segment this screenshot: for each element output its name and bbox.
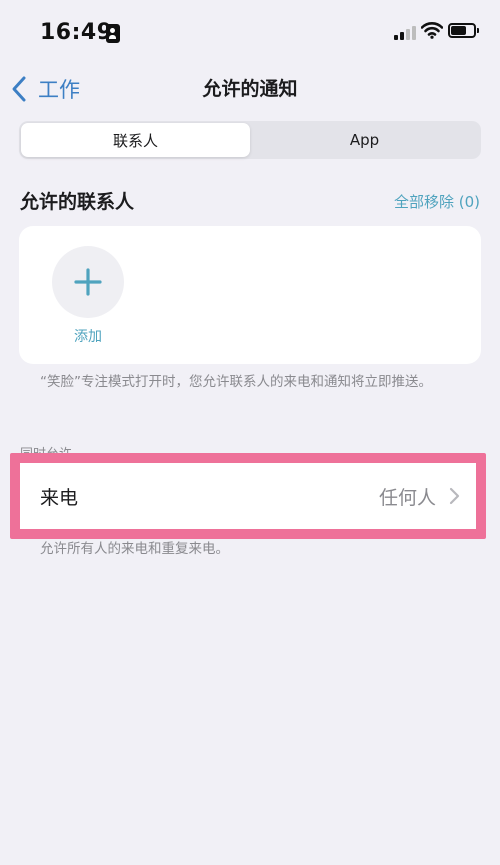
- segment-contacts[interactable]: 联系人: [21, 123, 250, 157]
- calls-footnote: 允许所有人的来电和重复来电。: [40, 541, 229, 557]
- highlight-annotation-box: [10, 453, 486, 539]
- segment-app[interactable]: App: [250, 123, 479, 157]
- contact-card-icon: [106, 24, 120, 43]
- section-title-allowed-contacts: 允许的联系人: [20, 191, 135, 213]
- contacts-card: 添加: [19, 226, 481, 364]
- wifi-icon: [421, 22, 443, 39]
- cellular-signal-icon: [394, 24, 416, 40]
- segmented-control: 联系人 App: [19, 121, 481, 159]
- page-title: 允许的通知: [202, 78, 298, 100]
- add-contact-button[interactable]: [52, 246, 124, 318]
- remove-all-button[interactable]: 全部移除 (0): [394, 191, 480, 212]
- screen: 16:49 工作 允许的通知 联系人 App 允许的联系人 全部移除 (0) 添…: [0, 0, 500, 865]
- add-contact-label: 添加: [74, 329, 102, 345]
- status-time: 16:49: [40, 20, 113, 45]
- status-bar: 16:49: [0, 0, 500, 66]
- plus-icon: [74, 268, 102, 296]
- contacts-footnote: “笑脸”专注模式打开时，您允许联系人的来电和通知将立即推送。: [40, 374, 432, 390]
- battery-icon: [448, 23, 479, 38]
